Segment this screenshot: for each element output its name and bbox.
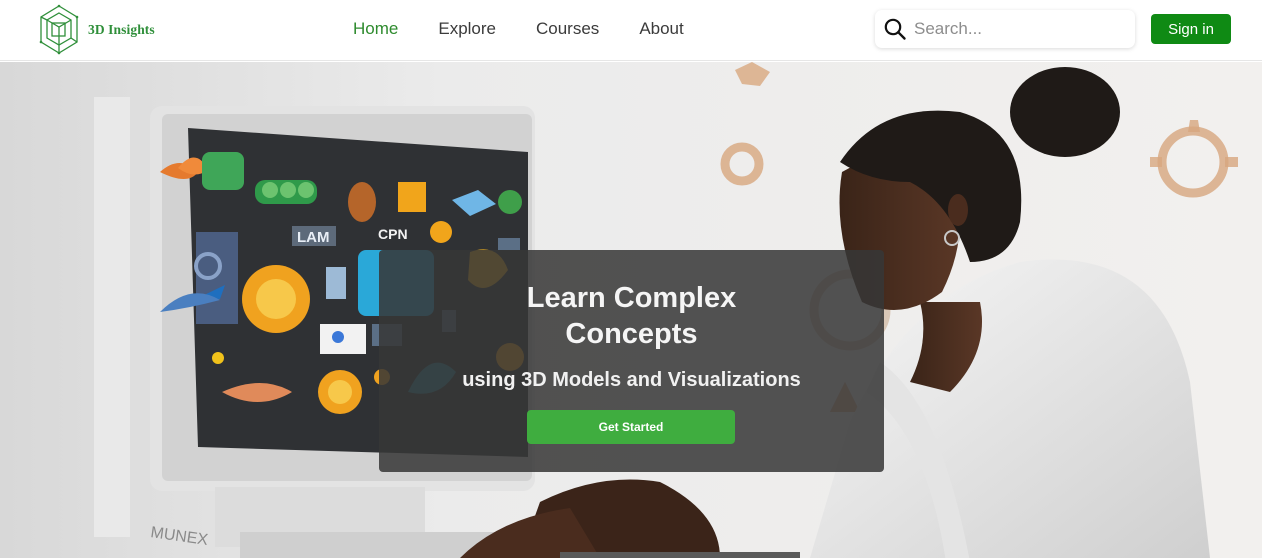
screen-label-lam: LAM — [297, 229, 330, 246]
search-input[interactable] — [914, 19, 1124, 39]
logo-icon — [39, 4, 79, 55]
brand-logo[interactable]: 3D Insights — [38, 4, 155, 56]
hero-subtitle: using 3D Models and Visualizations — [462, 369, 801, 391]
search-icon[interactable] — [883, 17, 907, 41]
hero-title-line2: Concepts — [565, 318, 698, 350]
get-started-button[interactable]: Get Started — [527, 410, 735, 444]
nav-home[interactable]: Home — [353, 18, 398, 40]
hero-card: Learn Complex Concepts using 3D Models a… — [379, 250, 884, 472]
hero-title: Learn Complex Concepts — [379, 280, 884, 352]
nav-about[interactable]: About — [639, 18, 683, 40]
top-navbar: 3D Insights Home Explore Courses About S… — [0, 0, 1262, 61]
hero-section: MUNEX LAM CPN Learn Complex Concepts usi… — [0, 62, 1262, 558]
screen-label-cpn: CPN — [378, 226, 408, 242]
hero-title-line1: Learn Complex — [526, 282, 737, 314]
nav-explore[interactable]: Explore — [438, 18, 496, 40]
nav-courses[interactable]: Courses — [536, 18, 599, 40]
sign-in-button[interactable]: Sign in — [1151, 14, 1231, 44]
logo-text: 3D Insights — [88, 22, 155, 37]
search-box — [875, 10, 1135, 48]
main-nav: Home Explore Courses About — [353, 18, 684, 40]
